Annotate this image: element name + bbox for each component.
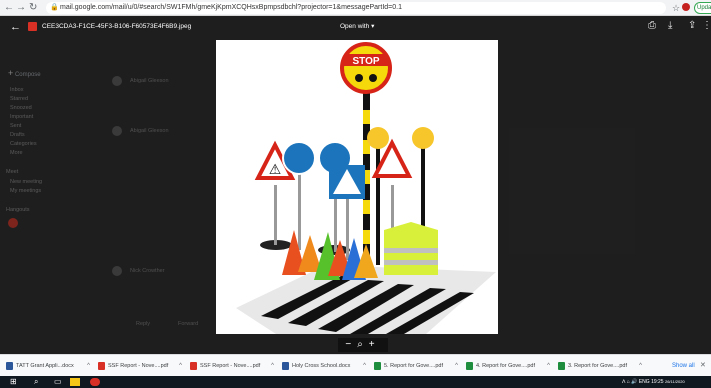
download-filename: Holy Cross School.docx xyxy=(292,363,351,369)
chevron-up-icon[interactable]: ^ xyxy=(639,359,642,373)
download-item[interactable]: SSF Report - Nove....pdf ^ xyxy=(96,359,182,373)
image-file-icon xyxy=(28,22,37,31)
clock-time[interactable]: 19:25 xyxy=(651,379,664,385)
close-viewer-icon[interactable]: ← xyxy=(10,21,21,33)
bookmark-star-icon[interactable]: ☆ xyxy=(672,2,680,14)
attachment-image: STOP ⚠ xyxy=(216,40,498,334)
word-file-icon xyxy=(282,362,289,370)
show-all-button[interactable]: Show all xyxy=(672,359,695,373)
chevron-down-icon: ▾ xyxy=(371,23,375,30)
download-item[interactable]: TATT Grant Appli...docx ^ xyxy=(4,359,90,373)
download-item[interactable]: SSF Report - Nove....pdf ^ xyxy=(188,359,274,373)
word-file-icon xyxy=(6,362,13,370)
attachment-filename: CEE3CDA3-F1CE-45F3-B106-F60573E4F6B9.jpe… xyxy=(42,23,192,30)
pdf-file-icon xyxy=(190,362,197,370)
chevron-up-icon[interactable]: ^ xyxy=(547,359,550,373)
update-button[interactable]: Update xyxy=(694,2,711,14)
download-filename: TATT Grant Appli...docx xyxy=(16,363,74,369)
system-tray: ᐱ ⌂ 🔊 ENG 19:25 26/11/2020 xyxy=(622,377,685,387)
download-filename: 3. Report for Gove....pdf xyxy=(568,363,628,369)
open-with-button[interactable]: Open with ▾ xyxy=(340,22,374,32)
back-arrow-icon[interactable]: ← xyxy=(4,2,14,14)
address-bar[interactable]: 🔒 mail.google.com/mail/u/0/#search/SW1FM… xyxy=(46,2,666,14)
chevron-up-icon[interactable]: ^ xyxy=(455,359,458,373)
download-item[interactable]: 3. Report for Gove....pdf ^ xyxy=(556,359,642,373)
pdf-file-icon xyxy=(466,362,473,370)
download-item[interactable]: 4. Report for Gove....pdf ^ xyxy=(464,359,550,373)
stop-sign-text: STOP xyxy=(352,56,379,67)
add-to-drive-icon[interactable]: ⇪ xyxy=(688,20,696,32)
file-explorer-icon[interactable] xyxy=(70,378,80,386)
pdf-file-icon xyxy=(374,362,381,370)
language-indicator[interactable]: ENG xyxy=(639,379,650,385)
windows-taskbar: ⊞ ⌕ ▭ ᐱ ⌂ 🔊 ENG 19:25 26/11/2020 xyxy=(0,376,711,388)
url-text: mail.google.com/mail/u/0/#search/SW1FMh/… xyxy=(60,4,402,11)
zoom-out-button[interactable]: − xyxy=(345,339,357,350)
download-icon[interactable]: ⤓ xyxy=(668,20,672,32)
reload-icon[interactable]: ↻ xyxy=(29,2,37,14)
svg-text:⚠: ⚠ xyxy=(269,161,282,177)
search-icon[interactable]: ⌕ xyxy=(34,376,38,388)
zoom-controls: −⌕+ xyxy=(338,338,388,352)
gmail-attachment-viewer: + Compose Inbox Starred Snoozed Importan… xyxy=(0,16,711,354)
tray-icons[interactable]: ᐱ ⌂ 🔊 xyxy=(622,379,637,385)
chevron-up-icon[interactable]: ^ xyxy=(87,359,90,373)
forward-arrow-icon[interactable]: → xyxy=(16,2,26,14)
profile-avatar[interactable] xyxy=(682,3,690,11)
zoom-in-button[interactable]: + xyxy=(369,339,381,350)
chevron-up-icon[interactable]: ^ xyxy=(271,359,274,373)
download-filename: 5. Report for Gove....pdf xyxy=(384,363,444,369)
viewer-toolbar: ← CEE3CDA3-F1CE-45F3-B106-F60573E4F6B9.j… xyxy=(0,16,711,38)
print-icon[interactable]: ⎙ xyxy=(648,20,656,32)
browser-toolbar: ← → ↻ 🔒 mail.google.com/mail/u/0/#search… xyxy=(0,0,711,16)
lock-icon: 🔒 xyxy=(50,4,59,11)
chevron-up-icon[interactable]: ^ xyxy=(179,359,182,373)
download-filename: SSF Report - Nove....pdf xyxy=(108,363,169,369)
clock-date: 26/11/2020 xyxy=(664,379,685,384)
zoom-icon[interactable]: ⌕ xyxy=(357,339,369,350)
download-item[interactable]: 5. Report for Gove....pdf ^ xyxy=(372,359,458,373)
download-filename: SSF Report - Nove....pdf xyxy=(200,363,261,369)
close-icon[interactable]: ✕ xyxy=(700,359,706,373)
download-item[interactable]: Holy Cross School.docx ^ xyxy=(280,359,366,373)
downloads-shelf: TATT Grant Appli...docx ^ SSF Report - N… xyxy=(0,354,711,376)
task-view-icon[interactable]: ▭ xyxy=(54,376,62,388)
download-filename: 4. Report for Gove....pdf xyxy=(476,363,536,369)
road-safety-signs-photo: STOP ⚠ xyxy=(236,42,496,334)
open-with-label: Open with xyxy=(340,23,370,30)
chrome-icon[interactable] xyxy=(90,378,100,386)
more-options-icon[interactable]: ⋮ xyxy=(702,20,711,32)
pdf-file-icon xyxy=(558,362,565,370)
chevron-up-icon[interactable]: ^ xyxy=(363,359,366,373)
pdf-file-icon xyxy=(98,362,105,370)
windows-start-icon[interactable]: ⊞ xyxy=(10,376,17,388)
